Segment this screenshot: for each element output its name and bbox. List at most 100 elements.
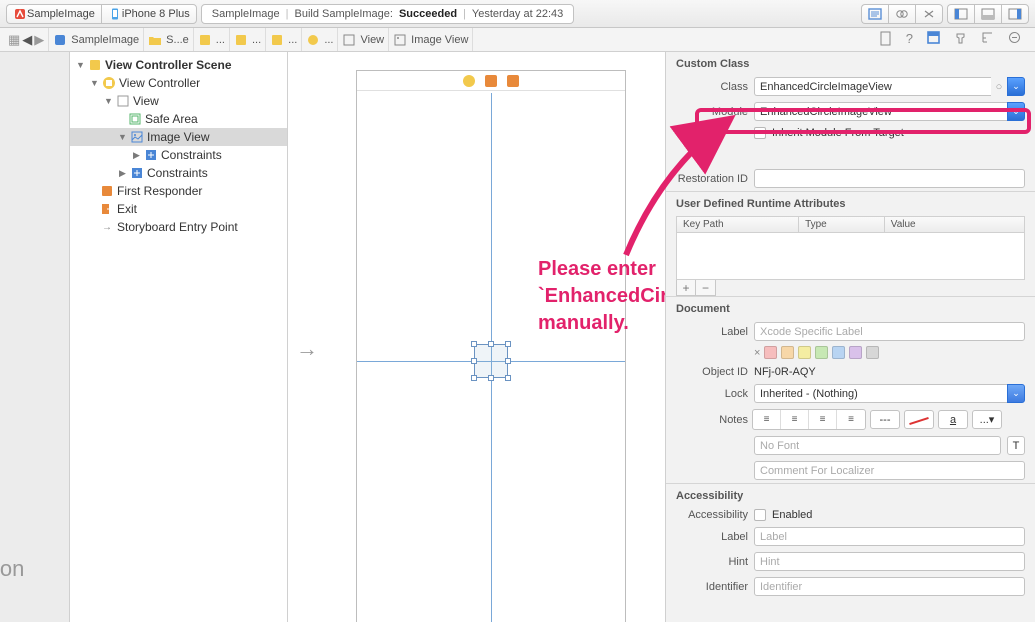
disclosure-icon[interactable]: ▼: [76, 60, 85, 70]
interface-builder-canvas[interactable]: → Please enter `EnhancedCircleImageView`…: [288, 52, 665, 622]
disclosure-icon[interactable]: ▼: [104, 96, 113, 106]
toggle-navigator-button[interactable]: [947, 4, 974, 24]
attributes-inspector-icon[interactable]: [954, 31, 967, 49]
identity-inspector-icon[interactable]: [927, 31, 940, 49]
notes-more-button[interactable]: ...▾: [972, 410, 1002, 429]
help-inspector-icon[interactable]: ?: [906, 31, 913, 49]
lock-field[interactable]: Inherited - (Nothing): [754, 384, 1007, 403]
artboard-view-controller[interactable]: [356, 70, 626, 622]
disclosure-icon[interactable]: ▶: [132, 150, 141, 161]
notes-style-a[interactable]: a: [938, 410, 968, 429]
disclosure-icon[interactable]: ▶: [118, 168, 127, 179]
exit-icon: [507, 75, 519, 87]
connections-inspector-icon[interactable]: [1008, 31, 1021, 49]
inherit-module-checkbox[interactable]: [754, 127, 766, 139]
version-editor-button[interactable]: [915, 4, 943, 24]
outline-exit[interactable]: Exit: [70, 200, 287, 218]
module-dropdown-button[interactable]: ⌄: [1007, 102, 1025, 121]
class-label: Class: [676, 81, 748, 93]
acc-identifier-field[interactable]: Identifier: [754, 577, 1025, 596]
first-responder-icon: [485, 75, 497, 87]
document-outline: ▼ View Controller Scene ▼ View Controlle…: [70, 52, 288, 622]
doc-label-field[interactable]: Xcode Specific Label: [754, 322, 1025, 341]
selected-image-view[interactable]: [474, 344, 508, 378]
toggle-inspector-button[interactable]: [1001, 4, 1029, 24]
jump-seg-4[interactable]: ...: [266, 28, 302, 51]
jump-bar-nav: ▦ ◀ ▶: [4, 28, 49, 51]
acc-label-field[interactable]: Label: [754, 527, 1025, 546]
disclosure-icon[interactable]: ▼: [90, 78, 99, 88]
swatch-green[interactable]: [815, 346, 828, 359]
swatch-orange[interactable]: [781, 346, 794, 359]
activity-status: SampleImage | Build SampleImage: Succeed…: [201, 4, 574, 24]
jump-bar: ▦ ◀ ▶ SampleImage S...e ... ... ... ... …: [0, 28, 1035, 52]
annotation-text: Please enter `EnhancedCircleImageView` m…: [538, 256, 665, 337]
align-left-button[interactable]: ≡: [753, 410, 781, 429]
related-items-icon[interactable]: ▦: [8, 33, 20, 46]
restoration-id-label: Restoration ID: [676, 173, 748, 185]
outline-constraints-inner[interactable]: ▶ Constraints: [70, 146, 287, 164]
file-inspector-icon[interactable]: [879, 31, 892, 49]
nav-forward-icon[interactable]: ▶: [34, 33, 44, 46]
jump-seg-project[interactable]: SampleImage: [49, 28, 144, 51]
standard-editor-button[interactable]: [861, 4, 888, 24]
localizer-comment-field[interactable]: Comment For Localizer: [754, 461, 1025, 480]
assistant-editor-button[interactable]: [888, 4, 915, 24]
notes-style-1[interactable]: ---: [870, 410, 900, 429]
outline-constraints-outer[interactable]: ▶ Constraints: [70, 164, 287, 182]
jump-seg-2[interactable]: ...: [194, 28, 230, 51]
clear-icon[interactable]: ○: [991, 77, 1007, 96]
restoration-id-field[interactable]: [754, 169, 1025, 188]
panel-toggle-group: [947, 4, 1029, 24]
outline-storyboard-entry[interactable]: → Storyboard Entry Point: [70, 218, 287, 236]
udra-remove-button[interactable]: −: [696, 280, 716, 296]
jump-seg-folder[interactable]: S...e: [144, 28, 194, 51]
outline-image-view[interactable]: ▼ Image View: [70, 128, 287, 146]
module-field[interactable]: EnhancedCircleImageView: [754, 102, 1007, 121]
jump-seg-imageview[interactable]: Image View: [389, 28, 473, 51]
jump-seg-3[interactable]: ...: [230, 28, 266, 51]
align-justify-button[interactable]: ≡: [837, 410, 865, 429]
class-dropdown-button[interactable]: ⌄: [1007, 77, 1025, 96]
outline-view-controller[interactable]: ▼ View Controller: [70, 74, 287, 92]
align-center-button[interactable]: ≡: [781, 410, 809, 429]
swatch-none[interactable]: ×: [754, 347, 760, 359]
section-accessibility: Accessibility: [666, 483, 1035, 506]
swatch-blue[interactable]: [832, 346, 845, 359]
class-field[interactable]: EnhancedCircleImageView: [754, 77, 991, 96]
acc-enabled-checkbox[interactable]: [754, 509, 766, 521]
vc-icon: [463, 75, 475, 87]
toggle-debug-button[interactable]: [974, 4, 1001, 24]
outline-first-responder[interactable]: First Responder: [70, 182, 287, 200]
section-document: Document: [666, 296, 1035, 319]
scheme-selector[interactable]: SampleImage iPhone 8 Plus: [6, 4, 197, 24]
module-label: Module: [676, 106, 748, 118]
entry-arrow-icon: →: [296, 336, 318, 362]
left-gutter: sion: [0, 52, 70, 622]
disclosure-icon[interactable]: ▼: [118, 132, 127, 142]
swatch-purple[interactable]: [849, 346, 862, 359]
status-project: SampleImage: [212, 8, 280, 20]
status-time: Yesterday at 22:43: [472, 8, 563, 20]
notes-style-strike[interactable]: [904, 410, 934, 429]
outline-scene[interactable]: ▼ View Controller Scene: [70, 56, 287, 74]
jump-seg-5[interactable]: ...: [302, 28, 338, 51]
swatch-gray[interactable]: [866, 346, 879, 359]
outline-view[interactable]: ▼ View: [70, 92, 287, 110]
font-picker-button[interactable]: T: [1007, 436, 1025, 455]
swatch-yellow[interactable]: [798, 346, 811, 359]
nav-back-icon[interactable]: ◀: [22, 33, 32, 46]
swatch-red[interactable]: [764, 346, 777, 359]
notes-font-field[interactable]: No Font: [754, 436, 1001, 455]
doc-label-label: Label: [676, 326, 748, 338]
udra-add-button[interactable]: +: [676, 280, 696, 296]
jump-seg-view[interactable]: View: [338, 28, 389, 51]
acc-hint-field[interactable]: Hint: [754, 552, 1025, 571]
udra-table[interactable]: Key Path Type Value: [676, 216, 1025, 280]
outline-safe-area[interactable]: Safe Area: [70, 110, 287, 128]
align-right-button[interactable]: ≡: [809, 410, 837, 429]
size-inspector-icon[interactable]: [981, 31, 994, 49]
object-id-value: NFj-0R-AQY: [754, 366, 816, 378]
section-udra: User Defined Runtime Attributes: [666, 191, 1035, 214]
lock-dropdown-button[interactable]: ⌄: [1007, 384, 1025, 403]
